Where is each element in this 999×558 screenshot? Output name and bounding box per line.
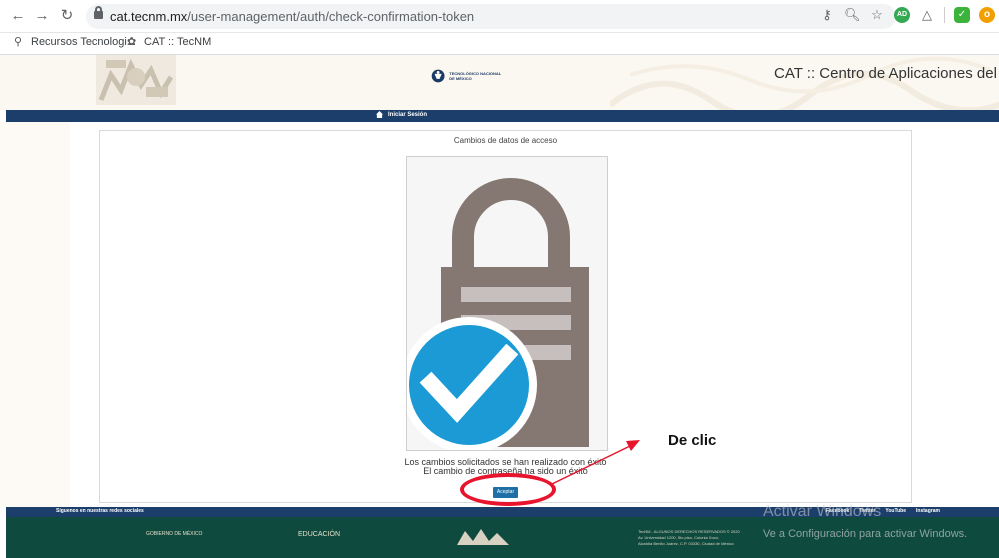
site-title: CAT :: Centro de Aplicaciones del TecNM [774,65,999,82]
bookmark-cat-tecnm[interactable]: ✿ CAT :: TecNM [127,36,211,48]
annotation-label: De clic [668,432,717,449]
logo-text: TECNOLÓGICO NACIONAL DE MÉXICO [449,71,502,81]
padlock-check-icon [407,178,589,450]
panel-title: Cambios de datos de acceso [453,136,558,145]
zoom-icon[interactable]: 🔍︎ [844,7,861,23]
windows-activation-text: Ve a Configuración para activar Windows. [763,528,968,540]
adguard-extension-icon[interactable]: AD [894,7,910,23]
reload-icon[interactable]: ↻ [57,6,77,26]
forward-icon[interactable]: → [32,6,52,26]
confirmation-panel: Cambios de datos de acceso Los cambios s… [99,130,912,503]
nav-login-link[interactable]: Iniciar Sesión [376,111,427,118]
star-icon[interactable]: ☆ [869,7,885,23]
shield-extension-icon[interactable]: ✓ [954,7,970,23]
key-icon[interactable]: ⚷ [819,7,835,23]
youtube-link[interactable]: YouTube [885,508,906,514]
aztec-pattern-icon [96,55,176,105]
address-bar[interactable]: cat.tecnm.mx/user-management/auth/check-… [86,4,896,29]
drive-icon[interactable]: △ [919,7,935,23]
orange-extension-icon[interactable]: o [979,7,995,23]
back-icon[interactable]: ← [8,6,28,26]
annotation-highlight-ellipse [460,473,556,506]
tecnm-emblem-icon [431,69,445,83]
header-background-pattern-icon [610,56,999,110]
nav-bar: Iniciar Sesión [6,110,999,122]
side-decoration [0,122,70,507]
extension-area: ⚷ 🔍︎ ☆ AD △ ✓ o [819,7,995,23]
bookmark-folder-icon: ⚲ [14,36,23,48]
footer-copyright: TecNM - ALGUNOS DERECHOS RESERVADOS © 20… [638,529,740,546]
tecnm-logo[interactable]: TECNOLÓGICO NACIONAL DE MÉXICO [431,63,503,89]
url-text[interactable]: cat.tecnm.mx/user-management/auth/check-… [110,9,474,24]
browser-toolbar: ← → ↻ cat.tecnm.mx/user-management/auth/… [0,0,999,33]
gobierno-logo[interactable]: GOBIERNO DE MÉXICO [146,531,202,537]
success-illustration [406,156,608,451]
tecnm-favicon-icon: ✿ [127,36,137,48]
bookmarks-bar: ⚲ Recursos Tecnologi... ✿ CAT :: TecNM [0,33,999,55]
lock-icon [94,6,103,19]
bookmark-recursos[interactable]: ⚲ Recursos Tecnologi... [14,36,136,48]
tecnm-footer-logo-icon[interactable] [455,527,511,547]
toolbar-divider [944,7,945,23]
educacion-logo[interactable]: EDUCACIÓN [298,531,340,538]
footer-follow-text: Síguenos en nuestras redes sociales [56,508,144,514]
home-icon [376,111,383,118]
windows-activation-title: Activar Windows [763,503,882,520]
site-header: TECNOLÓGICO NACIONAL DE MÉXICO CAT :: Ce… [0,55,999,110]
instagram-link[interactable]: Instagram [916,508,940,514]
